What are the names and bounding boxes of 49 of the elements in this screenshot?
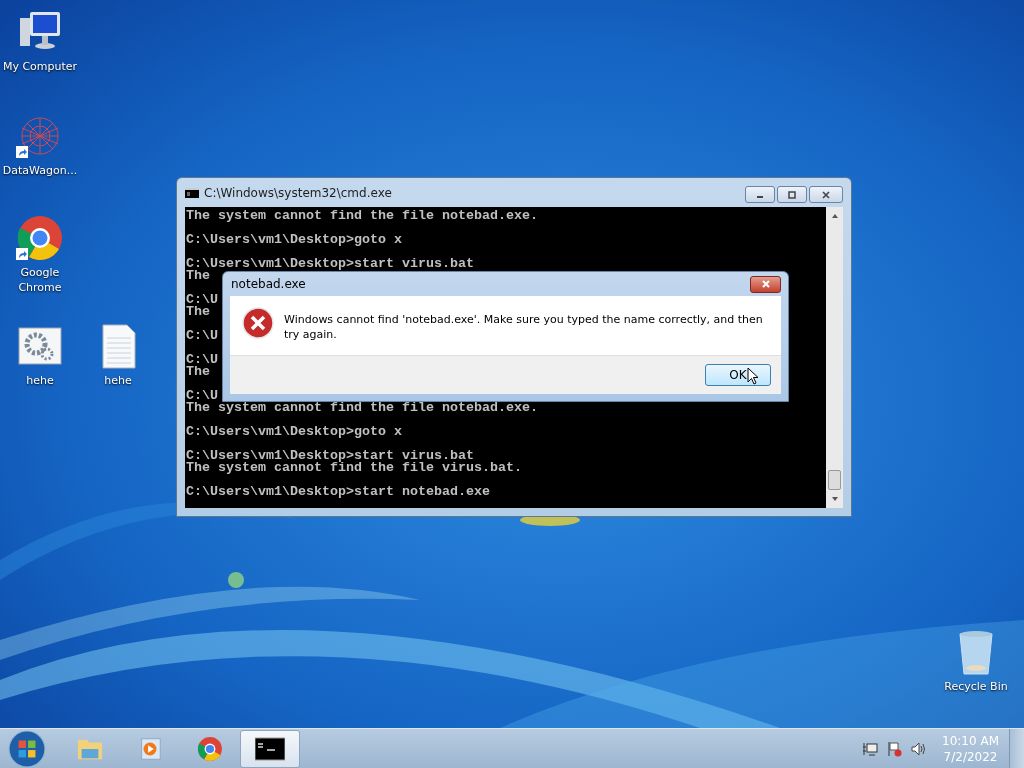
close-icon xyxy=(760,280,771,288)
flag-warning-icon[interactable] xyxy=(886,740,903,757)
console-line: C:\Users\vm1\Desktop>start virus.bat xyxy=(186,258,474,270)
console-line: The system cannot find the file virus.bat. xyxy=(186,462,522,474)
dialog-title: notebad.exe xyxy=(231,277,306,291)
console-line: The system cannot find the file notebad.exe. xyxy=(186,210,538,222)
desktop-icon-label[interactable]: hehe xyxy=(104,373,132,388)
error-icon xyxy=(242,307,274,339)
console-line: The xyxy=(186,306,210,318)
desktop-icon-label[interactable]: Recycle Bin xyxy=(944,679,1008,694)
console-line: C:\Users\vm1\Desktop>goto x xyxy=(186,426,402,438)
close-button[interactable] xyxy=(750,275,781,293)
console-line: C:\Users\vm1\Desktop>start virus.bat xyxy=(186,450,474,462)
desktop-icon-label[interactable]: hehe xyxy=(26,373,54,388)
console-icon xyxy=(185,187,199,198)
console-line: The system cannot find the file notebad.exe. xyxy=(186,402,538,414)
desktop-icon-label[interactable]: DataWagon... xyxy=(2,163,78,178)
close-icon xyxy=(821,190,831,199)
clock-date: 7/2/2022 xyxy=(943,748,998,765)
maximize-button[interactable] xyxy=(777,186,807,203)
desktop-icon-label[interactable]: My Computer xyxy=(2,59,78,74)
console-line: C:\U xyxy=(186,390,218,402)
minimize-button[interactable] xyxy=(745,186,775,203)
network-icon[interactable] xyxy=(862,740,879,757)
speaker-icon[interactable] xyxy=(910,740,927,757)
scroll-up-arrow-icon[interactable] xyxy=(830,213,839,219)
scroll-thumb[interactable] xyxy=(828,470,841,490)
window-title: C:\Windows\system32\cmd.exe xyxy=(204,185,392,200)
scrollbar[interactable] xyxy=(826,207,843,508)
desktop-icon-label[interactable]: Google Chrome xyxy=(1,265,79,295)
dialog-message: Windows cannot find 'notebad.exe'. Make sure you typed the name correctly, and then try again. xyxy=(284,312,764,342)
ok-button[interactable]: OK xyxy=(705,364,771,386)
scroll-down-arrow-icon[interactable] xyxy=(830,496,839,502)
start-button[interactable] xyxy=(8,729,46,768)
console-line: The xyxy=(186,366,210,378)
mouse-cursor-icon xyxy=(747,367,759,385)
console-icon xyxy=(255,735,285,762)
console-line: C:\Users\vm1\Desktop>goto x xyxy=(186,234,402,246)
console-line: C:\U xyxy=(186,294,218,306)
taskbar-button[interactable] xyxy=(240,729,300,768)
chrome-icon xyxy=(195,735,225,762)
console-line: C:\U xyxy=(186,354,218,366)
chrome-icon[interactable] xyxy=(16,214,64,262)
console-line: C:\Users\vm1\Desktop>start notebad.exe xyxy=(186,486,490,498)
console-line: The xyxy=(186,270,210,282)
console-line: C:\U xyxy=(186,330,218,342)
close-button[interactable] xyxy=(809,186,843,203)
clock-time: 10:10 AM xyxy=(942,732,999,749)
maximize-icon xyxy=(787,190,797,199)
